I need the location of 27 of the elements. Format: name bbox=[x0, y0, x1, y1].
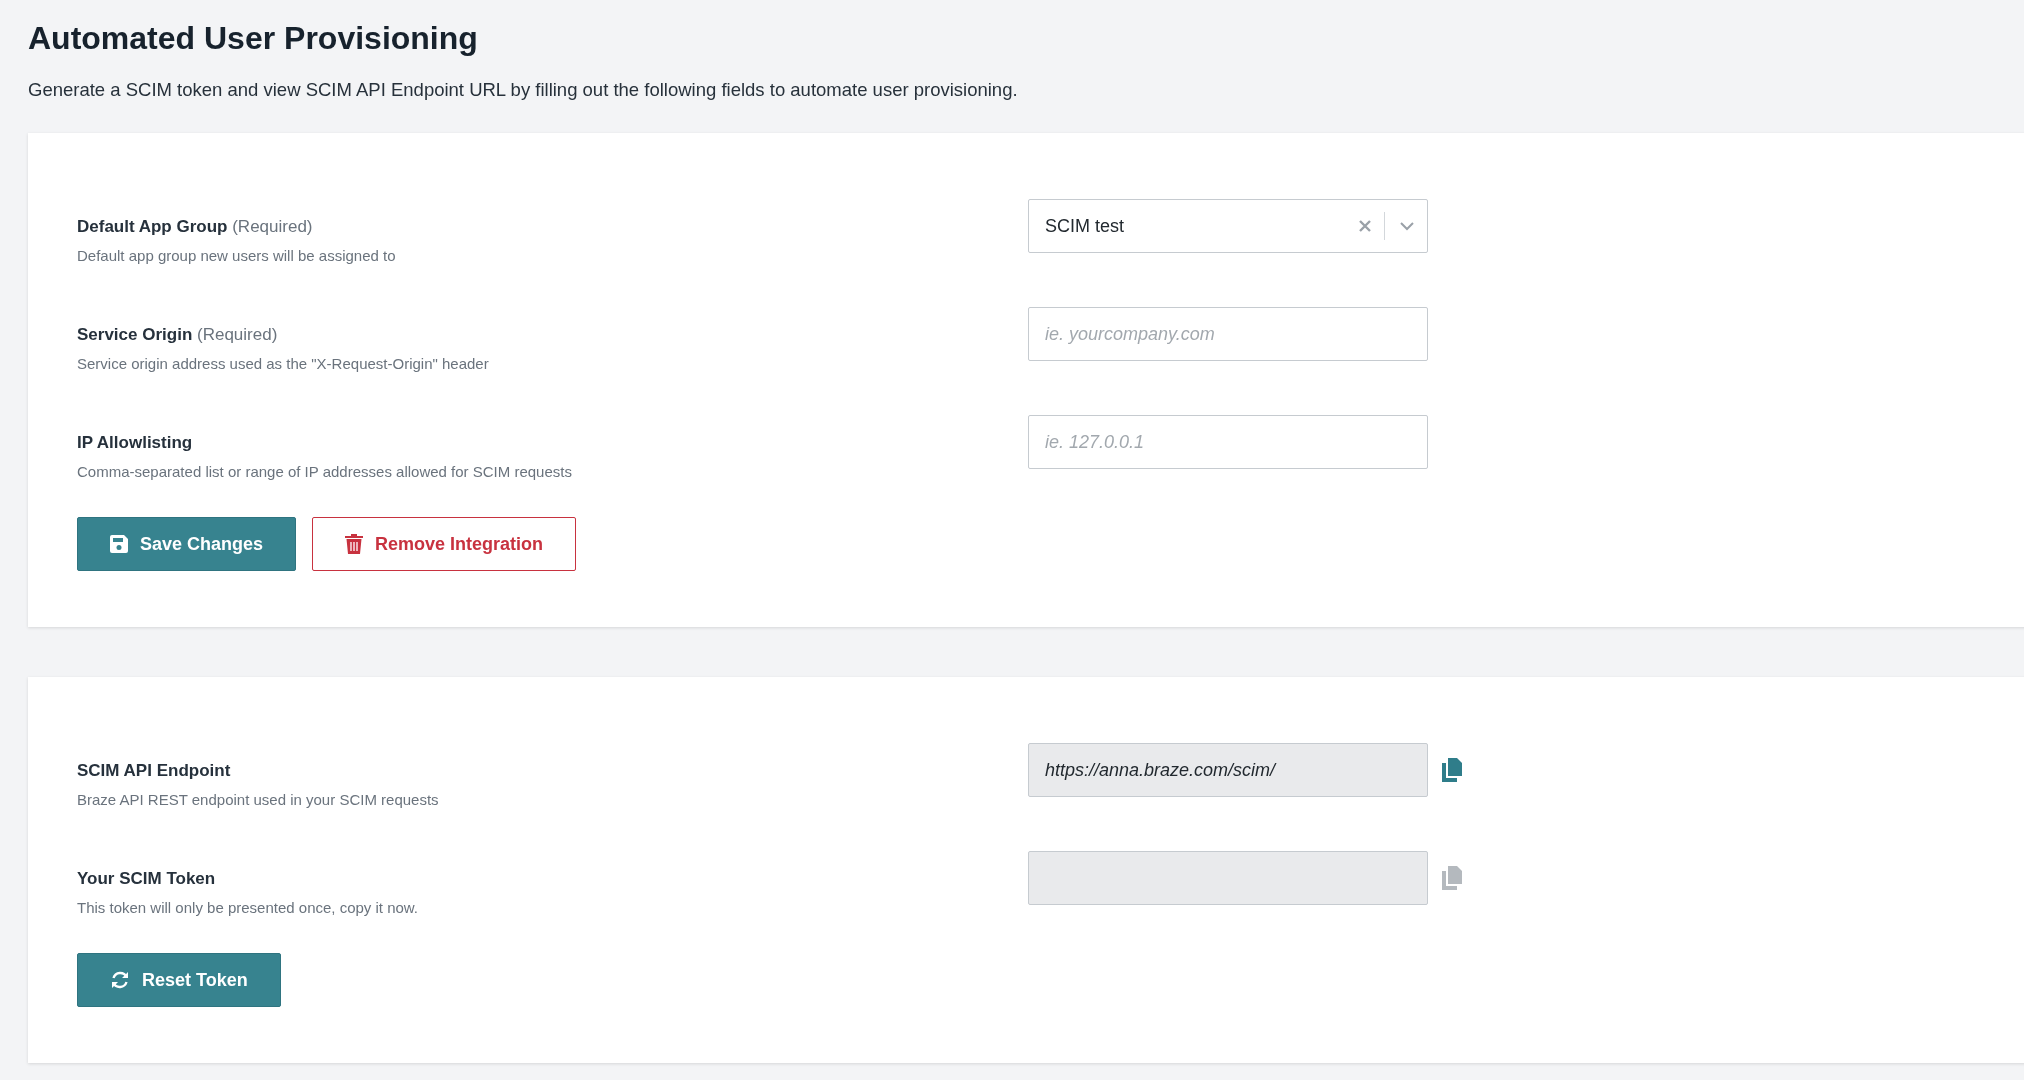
trash-icon bbox=[345, 534, 364, 554]
save-icon bbox=[110, 535, 128, 553]
readonly-field[interactable] bbox=[1028, 851, 1428, 905]
field-help-text: Braze API REST endpoint used in your SCIM requests bbox=[77, 791, 440, 808]
select-value: SCIM test bbox=[1045, 215, 1125, 237]
select-field[interactable]: SCIM test bbox=[1028, 199, 1428, 253]
action-button[interactable]: Reset Token bbox=[77, 953, 281, 1007]
copy-icon[interactable] bbox=[1442, 758, 1462, 782]
page-description: Generate a SCIM token and view SCIM API Endpoint URL by filling out the following fields to automate user provisioning. bbox=[28, 79, 1019, 101]
action-button[interactable]: Remove Integration bbox=[312, 517, 577, 571]
field-help-text: Default app group new users will be assigned to bbox=[77, 247, 397, 264]
field-label: IP Allowlisting bbox=[77, 433, 194, 453]
field-label: Default App Group (Required) bbox=[77, 217, 314, 237]
field-help-text: Service origin address used as the "X-Request-Origin" header bbox=[77, 355, 490, 372]
input-field[interactable]: ie. yourcompany.com bbox=[1028, 307, 1428, 361]
clear-icon[interactable] bbox=[1358, 219, 1372, 233]
page-title: Automated User Provisioning bbox=[28, 20, 479, 57]
field-label: SCIM API Endpoint bbox=[77, 761, 232, 781]
chevron-down-icon[interactable] bbox=[1399, 221, 1415, 231]
field-label: Service Origin (Required) bbox=[77, 325, 279, 345]
field-help-text: Comma-separated list or range of IP addresses allowed for SCIM requests bbox=[77, 463, 573, 480]
field-label: Your SCIM Token bbox=[77, 869, 217, 889]
refresh-icon bbox=[110, 970, 130, 990]
input-field[interactable]: ie. 127.0.0.1 bbox=[1028, 415, 1428, 469]
field-help-text: This token will only be presented once, copy it now. bbox=[77, 899, 420, 916]
readonly-field[interactable]: https://anna.braze.com/scim/ bbox=[1028, 743, 1428, 797]
action-button[interactable]: Save Changes bbox=[77, 517, 297, 571]
